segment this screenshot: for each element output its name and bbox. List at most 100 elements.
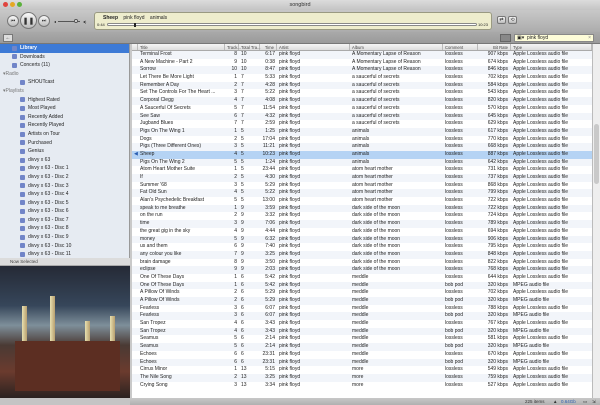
sidebar-item[interactable]: divvy x 63 - Disc 2 (0, 173, 129, 182)
sidebar-item[interactable]: SHOUTcast (0, 78, 129, 87)
table-row[interactable]: Alan's Psychedelic Breakfast 5 5 13:00 pink … (132, 197, 592, 205)
clear-search-icon[interactable]: × (588, 35, 591, 42)
seek-bar[interactable] (107, 23, 477, 27)
table-row[interactable]: Summer '68 3 5 5:29 pink floyd atom heart mot… (132, 182, 592, 190)
table-row[interactable]: Seamus 5 6 2:14 pink floyd meddle bob pod 320 k… (132, 343, 592, 351)
sidebar-group[interactable]: ▾ Radio (0, 70, 129, 79)
search-input[interactable]: ▣▾ pink floyd × (514, 33, 594, 42)
sidebar-item[interactable]: divvy x 63 - Disc 6 (0, 207, 129, 216)
table-row[interactable]: San Tropez 4 6 3:43 pink floyd meddle bob pod 3… (132, 327, 592, 336)
sidebar-item[interactable]: divvy x 63 - Disc 9 (0, 233, 129, 242)
volume-slider[interactable] (58, 19, 80, 23)
table-row[interactable]: A Pillow Of Winds 2 6 5:29 pink floyd meddle b… (132, 297, 592, 305)
table-row[interactable]: If 2 5 4:30 pink floyd atom heart mother lossl… (132, 174, 592, 182)
sidebar-item[interactable]: divvy x 63 - Disc 1 (0, 164, 129, 173)
table-row[interactable]: Fearless 3 6 6:07 pink floyd meddle bob pod 320… (132, 312, 592, 321)
table-row[interactable]: Cirrus Minor 1 13 5:15 pink floyd more lossles… (132, 366, 592, 374)
sidebar-item[interactable]: Artists on Tour (0, 130, 129, 139)
sidebar-item[interactable]: divvy x 63 - Disc 8 (0, 224, 129, 233)
column-header[interactable]: Type (511, 44, 592, 50)
table-row[interactable]: Terminal Frost 8 10 6:17 pink floyd A Momenta… (132, 51, 592, 59)
back-button[interactable]: ← (3, 34, 13, 42)
table-row[interactable]: time 3 9 7:06 pink floyd dark side of the moo… (132, 220, 592, 228)
view-toggle-button[interactable] (500, 34, 511, 42)
table-row[interactable]: See Saw 6 7 4:32 pink floyd a saucerful of se… (132, 112, 592, 121)
sidebar-item[interactable]: Library (0, 44, 129, 53)
sidebar-item[interactable]: divvy x 63 - Disc 11 (0, 250, 129, 258)
sidebar-item[interactable]: divvy x 63 - Disc 3 (0, 182, 129, 191)
close-window-button[interactable] (3, 2, 8, 7)
table-row[interactable]: The Nile Song 2 13 3:25 pink floyd more lossle… (132, 373, 592, 382)
column-header[interactable]: Artist (277, 44, 350, 50)
now-selected-bar[interactable]: Now Selected (0, 258, 130, 266)
table-row[interactable]: Dogs 2 5 17:04 pink floyd animals lossless 770 … (132, 136, 592, 144)
table-row[interactable]: speak to me breathe 1 9 3:59 pink floyd dark … (132, 204, 592, 213)
table-row[interactable]: Set The Controls For The Heart ... 3 7 5:22… (132, 89, 592, 97)
table-cell: a saucerful of secrets (352, 74, 400, 81)
table-row[interactable]: Echoes 6 6 23:31 pink floyd meddle bob pod 320 … (132, 358, 592, 367)
table-row[interactable]: Pigs On The Wing 1 1 5 1:25 pink floyd animal… (132, 127, 592, 136)
table-row[interactable]: Echoes 6 6 23:31 pink floyd meddle lossless 670… (132, 351, 592, 359)
column-header[interactable]: Album (350, 44, 443, 50)
column-header[interactable]: Bit Rate (478, 44, 511, 50)
seek-handle[interactable] (133, 23, 136, 27)
vertical-scrollbar[interactable] (592, 44, 600, 398)
column-header[interactable]: Track... (225, 44, 241, 50)
sidebar-item[interactable]: Recently Played (0, 121, 129, 130)
table-row[interactable]: San Tropez 4 6 3:43 pink floyd meddle lossless… (132, 320, 592, 328)
sidebar-group[interactable]: ▾ Playlists (0, 87, 129, 96)
pause-button[interactable]: ❚❚ (20, 12, 37, 29)
column-header[interactable]: Comment (443, 44, 478, 50)
table-row[interactable]: Corporal Clegg 4 7 4:08 pink floyd a saucerfu… (132, 97, 592, 105)
sidebar-item[interactable]: Most Played (0, 104, 129, 113)
repeat-button[interactable]: ⟲ (508, 16, 517, 24)
sidebar-item[interactable]: divvy x 63 - Disc 7 (0, 216, 129, 225)
scrollbar-thumb[interactable] (594, 124, 599, 184)
sidebar-item[interactable]: Recently Added (0, 113, 129, 122)
sidebar-item[interactable]: Purchased (0, 139, 129, 148)
table-row[interactable]: the great gig in the sky 4 9 4:44 pink floyd… (132, 228, 592, 236)
table-row[interactable]: Atom Heart Mother Suite 1 5 23:44 pink floyd… (132, 166, 592, 174)
column-header[interactable]: Title (138, 44, 225, 50)
sidebar-item[interactable]: Genius (0, 147, 129, 156)
sidebar-item[interactable]: Concerts (11) (0, 61, 129, 70)
table-row[interactable]: Crying Song 3 13 3:34 pink floyd more lossless… (132, 382, 592, 390)
display-pane-button[interactable]: ▭ (583, 398, 587, 405)
column-header[interactable]: Total Tra... (239, 44, 261, 50)
table-row[interactable]: Pigs (Three Different Ones) 3 5 11:21 pink f… (132, 143, 592, 151)
sidebar-item[interactable]: Highest Rated (0, 96, 129, 105)
table-row[interactable]: Seamus 5 6 2:14 pink floyd meddle lossless 581 … (132, 335, 592, 343)
table-row[interactable]: A Pillow Of Winds 2 6 5:29 pink floyd meddle l… (132, 289, 592, 297)
sidebar-item[interactable]: divvy x 63 (0, 156, 129, 165)
table-row[interactable]: brain damage 8 9 3:50 pink floyd dark side of… (132, 259, 592, 267)
column-header[interactable]: Time (260, 44, 277, 50)
sidebar-item[interactable]: divvy x 63 - Disc 10 (0, 242, 129, 251)
table-row[interactable]: Remember A Day 2 7 4:28 pink floyd a saucerfu… (132, 81, 592, 90)
sidebar-item[interactable]: divvy x 63 - Disc 4 (0, 190, 129, 199)
table-row[interactable]: eclipse 9 9 2:03 pink floyd dark side of the … (132, 266, 592, 274)
table-row[interactable]: any colour you like 7 9 3:25 pink floyd dark … (132, 250, 592, 259)
table-row[interactable]: money 5 9 6:32 pink floyd dark side of the mo… (132, 235, 592, 244)
table-row[interactable]: Sorrow 10 10 8:47 pink floyd A Momentary Laps… (132, 66, 592, 75)
table-row[interactable]: on the run 2 9 3:32 pink floyd dark side of t… (132, 212, 592, 220)
table-row[interactable]: us and them 6 9 7:40 pink floyd dark side of … (132, 243, 592, 251)
table-row[interactable]: Jugband Blues 7 7 2:59 pink floyd a saucerful… (132, 120, 592, 128)
minimize-window-button[interactable] (10, 2, 15, 7)
table-row[interactable]: Fat Old Sun 4 5 5:22 pink floyd atom heart mo… (132, 189, 592, 198)
previous-track-button[interactable]: ⏮ (7, 15, 19, 27)
table-row[interactable]: One Of These Days 1 6 5:42 pink floyd meddle b… (132, 281, 592, 290)
sidebar-item[interactable]: divvy x 63 - Disc 5 (0, 199, 129, 208)
sidebar-item[interactable]: Downloads (0, 53, 129, 62)
table-row[interactable]: A New Machine - Part 2 9 10 0:38 pink floyd A… (132, 59, 592, 67)
resize-icon[interactable]: ⇲ (592, 398, 596, 405)
table-row[interactable]: A Saucerful Of Secrets 5 7 11:54 pink floyd a… (132, 105, 592, 113)
table-row[interactable]: One Of These Days 1 6 5:42 pink floyd meddle l… (132, 274, 592, 282)
search-engine-icon[interactable]: ▣▾ (517, 35, 524, 42)
table-row[interactable]: ◀ Sheep 4 5 10:23 pink floyd animals lossless 88… (132, 150, 592, 159)
table-row[interactable]: Pigs On The Wing 2 5 5 1:24 pink floyd animal… (132, 158, 592, 167)
zoom-window-button[interactable] (17, 2, 22, 7)
table-row[interactable]: Fearless 3 6 6:07 pink floyd meddle lossless 78… (132, 305, 592, 313)
shuffle-button[interactable]: ⇄ (497, 16, 506, 24)
table-row[interactable]: Let There Be More Light 1 7 5:33 pink floyd a… (132, 74, 592, 82)
next-track-button[interactable]: ⏭ (38, 15, 50, 27)
